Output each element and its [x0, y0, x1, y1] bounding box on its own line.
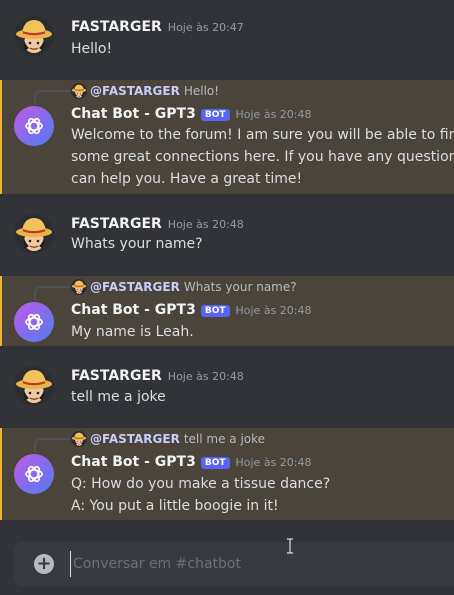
message-text: Whats your name? — [71, 236, 203, 252]
openai-logo-icon[interactable] — [14, 454, 54, 494]
message-header: Chat Bot - GPT3 BOT Hoje às 20:48 — [71, 302, 312, 318]
message-header: FASTARGER Hoje às 20:48 — [71, 216, 244, 232]
message-header: FASTARGER Hoje às 20:47 — [71, 19, 244, 35]
author-name[interactable]: Chat Bot - GPT3 — [71, 302, 196, 318]
reply-preview[interactable]: tell me a joke — [184, 432, 265, 446]
straw-hat-avatar-icon — [71, 431, 87, 447]
reply-mention[interactable]: @FASTARGER — [90, 432, 180, 446]
message-text: Hello! — [71, 41, 113, 57]
message-header: FASTARGER Hoje às 20:48 — [71, 368, 244, 384]
reply-reference[interactable]: @FASTARGER Hello! — [71, 83, 219, 99]
message-line: Q: How do you make a tissue dance? — [71, 476, 331, 492]
author-name[interactable]: Chat Bot - GPT3 — [71, 454, 196, 470]
message-bot-reply: @FASTARGER tell me a joke Chat Bot - GPT… — [0, 428, 454, 520]
message-line: Welcome to the forum! I am sure you will… — [71, 127, 454, 143]
reply-preview[interactable]: Hello! — [184, 84, 219, 98]
bot-badge: BOT — [200, 305, 230, 317]
reply-spine — [34, 438, 70, 452]
timestamp: Hoje às 20:47 — [167, 21, 244, 34]
reply-preview[interactable]: Whats your name? — [184, 280, 297, 294]
timestamp: Hoje às 20:48 — [167, 218, 244, 231]
straw-hat-avatar-icon — [71, 279, 87, 295]
message-user: FASTARGER Hoje às 20:48 tell me a joke — [0, 358, 454, 418]
reply-spine — [34, 90, 70, 104]
straw-hat-avatar-icon[interactable] — [14, 16, 54, 56]
author-name[interactable]: Chat Bot - GPT3 — [71, 106, 196, 122]
straw-hat-avatar-icon[interactable] — [14, 366, 54, 406]
message-bot-reply: @FASTARGER Hello! Chat Bot - GPT3 BOT Hoje… — [0, 80, 454, 194]
message-line: My name is Leah. — [71, 324, 194, 340]
message-text: Welcome to the forum! I am sure you will… — [71, 124, 454, 190]
reply-reference[interactable]: @FASTARGER Whats your name? — [71, 279, 297, 295]
author-name[interactable]: FASTARGER — [71, 19, 162, 35]
text-cursor-icon — [287, 538, 293, 554]
message-text: tell me a joke — [71, 389, 166, 405]
message-line: can help you. Have a great time! — [71, 171, 303, 187]
reply-mention[interactable]: @FASTARGER — [90, 280, 180, 294]
openai-logo-icon[interactable] — [14, 302, 54, 342]
message-header: Chat Bot - GPT3 BOT Hoje às 20:48 — [71, 454, 312, 470]
message-line: A: You put a little boogie in it! — [71, 498, 279, 514]
reply-spine — [34, 286, 70, 300]
message-header: Chat Bot - GPT3 BOT Hoje às 20:48 — [71, 106, 312, 122]
reply-mention[interactable]: @FASTARGER — [90, 84, 180, 98]
message-user: FASTARGER Hoje às 20:48 Whats your name? — [0, 206, 454, 266]
message-line: some great connections here. If you have… — [71, 149, 454, 165]
message-bot-reply: @FASTARGER Whats your name? Chat Bot - G… — [0, 276, 454, 346]
bot-badge: BOT — [200, 109, 230, 121]
author-name[interactable]: FASTARGER — [71, 216, 162, 232]
message-text: My name is Leah. — [71, 321, 194, 343]
message-text: Q: How do you make a tissue dance? A: Yo… — [71, 473, 330, 517]
author-name[interactable]: FASTARGER — [71, 368, 162, 384]
openai-logo-icon[interactable] — [14, 106, 54, 146]
message-composer: + — [14, 542, 454, 586]
message-input[interactable] — [70, 551, 443, 577]
reply-reference[interactable]: @FASTARGER tell me a joke — [71, 431, 265, 447]
timestamp: Hoje às 20:48 — [235, 456, 312, 469]
bot-badge: BOT — [200, 457, 230, 469]
add-attachment-icon[interactable]: + — [34, 554, 54, 574]
message-user: FASTARGER Hoje às 20:47 Hello! — [0, 10, 454, 68]
chat-channel: FASTARGER Hoje às 20:47 Hello! @FASTARGER… — [0, 0, 454, 595]
timestamp: Hoje às 20:48 — [167, 370, 244, 383]
straw-hat-avatar-icon — [71, 83, 87, 99]
timestamp: Hoje às 20:48 — [235, 304, 312, 317]
straw-hat-avatar-icon[interactable] — [14, 214, 54, 254]
timestamp: Hoje às 20:48 — [235, 108, 312, 121]
